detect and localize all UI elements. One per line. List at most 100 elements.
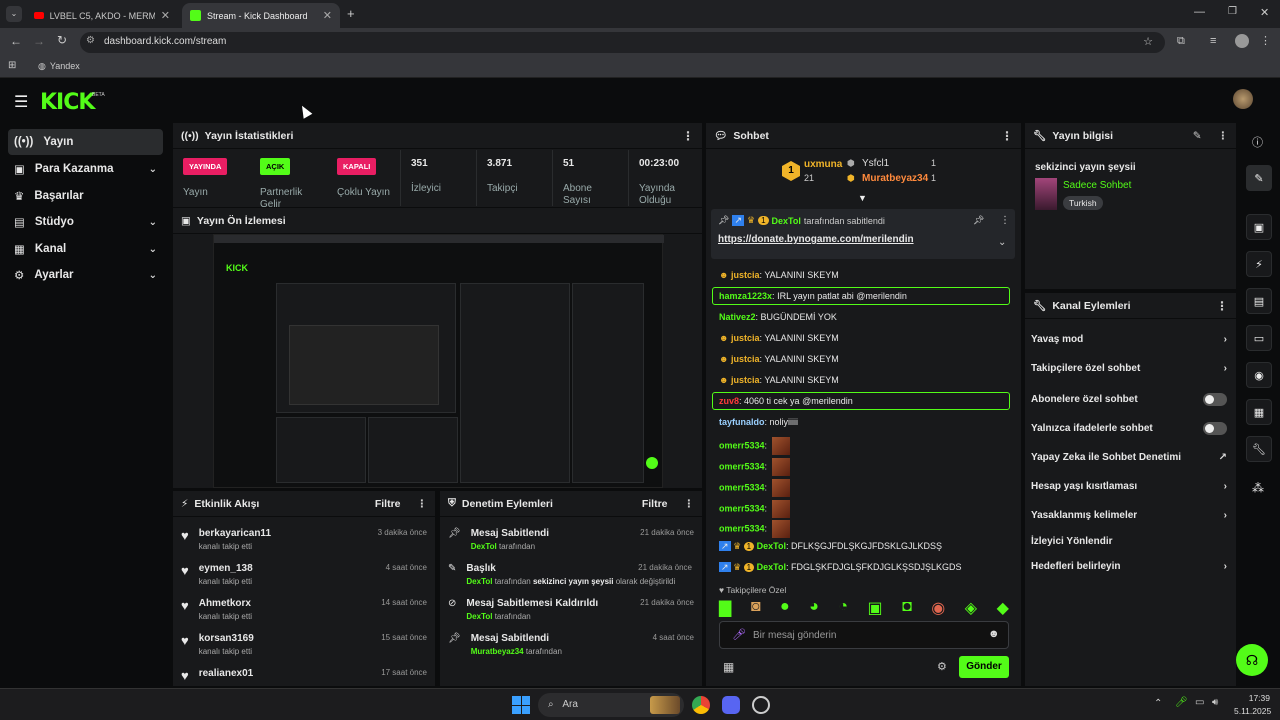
action-slow-mode[interactable]: Yavaş mod › (1031, 334, 1227, 345)
more-options-icon[interactable]: ⋮ (1216, 299, 1228, 313)
gifter-name[interactable]: Muratbeyaz34 (862, 173, 928, 184)
chat-username[interactable]: omerr5334 (719, 523, 765, 533)
gear-icon[interactable]: ⚙ (937, 660, 947, 673)
chat-icon[interactable]: ▭ (1246, 325, 1272, 351)
edit-layout-icon[interactable]: ✎ (1246, 165, 1272, 191)
emote-icon[interactable]: ◘ (902, 598, 912, 618)
chat-username[interactable]: zuv8 (719, 396, 739, 406)
emote-icon[interactable]: ▣ (868, 598, 883, 618)
chat-username[interactable]: omerr5334 (719, 503, 765, 513)
action-subscribers-only[interactable]: Abonelere özel sohbet (1031, 393, 1227, 406)
mod-user[interactable]: DexTol (471, 542, 497, 551)
broadcast-icon[interactable]: ◉ (1246, 362, 1272, 388)
sidebar-item-yayin[interactable]: ((•)) Yayın (8, 129, 163, 155)
sidebar-item-kanal[interactable]: ▦ Kanal ⌄ (8, 236, 163, 262)
more-options-icon[interactable]: ⋮ (417, 498, 428, 510)
extensions-icon[interactable]: ⧉ (1177, 35, 1185, 48)
chat-username[interactable]: tayfunaldo (719, 417, 765, 427)
apps-icon[interactable]: ⊞ (8, 60, 16, 71)
chrome-icon[interactable] (692, 696, 710, 714)
chat-username[interactable]: justcia (731, 333, 760, 343)
new-tab-icon[interactable]: + (347, 6, 355, 21)
emote-icon[interactable]: ◔ (838, 598, 848, 618)
emote-icon[interactable]: ◆ (997, 598, 1009, 618)
steam-icon[interactable] (752, 696, 770, 714)
activity-user[interactable]: eymen_138 (199, 563, 253, 574)
filter-button[interactable]: Filtre (642, 498, 668, 510)
profile-avatar[interactable] (1235, 34, 1249, 48)
tab-youtube[interactable]: LVBEL C5, AKDO - MERMER - Y ✕ (26, 3, 178, 28)
pinned-user[interactable]: DexTol (772, 216, 801, 226)
pinned-link[interactable]: https://donate.bynogame.com/merilendin (718, 234, 914, 245)
minimize-icon[interactable]: — (1194, 6, 1205, 18)
microphone-tray-icon[interactable]: 🎤︎ (1175, 697, 1188, 708)
chat-input[interactable]: 🎤︎ Bir mesaj gönderin ☻ (719, 621, 1009, 649)
notes-icon[interactable]: ▤ (1246, 288, 1272, 314)
unpin-icon[interactable]: 📌︎ (973, 215, 984, 226)
kick-logo[interactable]: KICK (40, 90, 95, 115)
hamburger-menu-icon[interactable]: ☰ (14, 92, 28, 112)
help-icon[interactable]: ☊ (1236, 644, 1268, 676)
lightning-icon[interactable]: ⚡ (1246, 251, 1272, 277)
bookmark-yandex[interactable]: ◍ Yandex (38, 61, 80, 72)
url-field[interactable]: dashboard.kick.com/stream ⚙ ☆ (80, 32, 1165, 53)
wrench-icon[interactable]: 🔧︎ (1246, 436, 1272, 462)
mod-user[interactable]: DexTol (466, 612, 492, 621)
maximize-icon[interactable]: ❐ (1228, 6, 1237, 17)
integrations-icon[interactable]: ⁂ (1252, 481, 1264, 495)
reload-icon[interactable]: ↻ (57, 33, 67, 47)
send-button[interactable]: Gönder (959, 656, 1009, 678)
chat-username[interactable]: Nativez2 (719, 312, 756, 322)
action-account-age[interactable]: Hesap yaşı kısıtlaması › (1031, 481, 1227, 492)
chat-username[interactable]: justcia (731, 375, 760, 385)
activity-user[interactable]: realianex01 (199, 668, 254, 679)
site-info-icon[interactable]: ⚙ (86, 35, 95, 46)
emote-icon[interactable]: ◙ (751, 598, 761, 618)
clock[interactable]: 17:39 5.11.2025 (1234, 693, 1271, 716)
tab-list-icon[interactable]: ⌄ (6, 6, 22, 22)
activity-user[interactable]: berkayarican11 (199, 528, 271, 539)
info-icon[interactable]: ⓘ (1252, 134, 1263, 150)
subscribers-only-toggle[interactable] (1203, 393, 1227, 406)
media-icon[interactable]: ≡ (1210, 35, 1216, 47)
more-options-icon[interactable]: ⋮ (1000, 215, 1010, 226)
chat-username[interactable]: DexTol (757, 541, 786, 551)
more-options-icon[interactable]: ⋮ (684, 498, 695, 510)
back-icon[interactable]: ← (10, 34, 22, 48)
close-window-icon[interactable]: ✕ (1260, 6, 1269, 19)
action-emotes-only[interactable]: Yalnızca ifadelerle sohbet (1031, 422, 1227, 435)
sidebar-item-para-kazanma[interactable]: ▣ Para Kazanma ⌄ (8, 156, 163, 182)
chat-username[interactable]: hamza1223x (719, 291, 772, 301)
user-avatar[interactable] (1233, 89, 1253, 109)
emote-icon[interactable]: ▇ (719, 598, 731, 618)
close-icon[interactable]: ✕ (323, 9, 332, 22)
chat-username[interactable]: justcia (731, 354, 760, 364)
category-thumbnail[interactable] (1035, 178, 1057, 210)
more-options-icon[interactable]: ⋮ (1218, 130, 1229, 142)
mod-user[interactable]: Muratbeyaz34 (471, 647, 524, 656)
action-followers-only[interactable]: Takipçilere özel sohbet › (1031, 363, 1227, 374)
action-goals[interactable]: Hedefleri belirleyin › (1031, 561, 1227, 572)
emoji-icon[interactable]: ☻ (988, 628, 1000, 640)
category-link[interactable]: Sadece Sohbet (1063, 180, 1131, 191)
mod-user[interactable]: DexTol (466, 577, 492, 586)
emote-icon[interactable]: ◉ (931, 598, 945, 618)
windows-start-icon[interactable] (512, 696, 530, 714)
layout-icon[interactable]: ▦ (1246, 399, 1272, 425)
stream-preview-video[interactable]: KICK (213, 234, 664, 488)
action-raid[interactable]: İzleyici Yönlendir (1031, 536, 1227, 547)
sidebar-item-basarilar[interactable]: ♛ Başarılar (8, 183, 163, 209)
edit-icon[interactable]: ✎ (1193, 130, 1202, 142)
action-ai-moderation[interactable]: Yapay Zeka ile Sohbet Denetimi ↗ (1031, 452, 1227, 463)
sidebar-item-ayarlar[interactable]: ⚙ Ayarlar ⌄ (8, 262, 163, 288)
volume-icon[interactable]: 🔊︎ (1212, 697, 1218, 708)
tray-chevron-icon[interactable]: ⌃ (1154, 698, 1162, 709)
expand-leaderboard-icon[interactable]: ▼ (858, 193, 867, 203)
chat-username[interactable]: omerr5334 (719, 440, 765, 450)
top-gifter-name[interactable]: uxmuna (804, 159, 842, 170)
action-banned-words[interactable]: Yasaklanmış kelimeler › (1031, 510, 1227, 521)
activity-user[interactable]: korsan3169 (199, 633, 254, 644)
chat-username[interactable]: omerr5334 (719, 482, 765, 492)
emotes-only-toggle[interactable] (1203, 422, 1227, 435)
taskbar-search[interactable]: ⌕ Ara (538, 693, 684, 717)
